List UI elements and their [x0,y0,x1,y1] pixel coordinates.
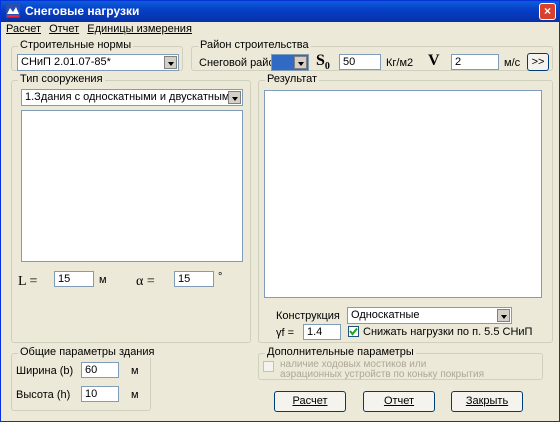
close-window-icon[interactable]: × [539,3,556,20]
height-unit: м [131,389,139,401]
structure-select[interactable]: 1.Здания с односкатными и двускатными по… [21,89,243,106]
menu-item-units[interactable]: Единицы измерения [87,22,192,37]
v-input[interactable]: 2 [451,54,499,70]
more-button[interactable]: >> [527,53,549,71]
check-icon [349,327,358,336]
result-output [264,90,542,298]
structure-label: Тип сооружения [18,73,105,85]
alpha-unit: ° [218,271,223,283]
report-button[interactable]: Отчет [363,391,435,412]
height-input[interactable]: 10 [81,386,119,402]
s0-symbol: S0 [316,52,330,73]
v-symbol: V [428,52,440,69]
bridges-checkbox[interactable] [263,361,274,372]
reduce-checkbox[interactable] [348,326,359,337]
gamma-input[interactable]: 1.4 [303,324,341,340]
s0-unit: Кг/м2 [386,57,414,69]
chevron-down-icon[interactable] [497,309,510,322]
construction-label: Конструкция [276,310,340,322]
menu-bar: Расчет Отчет Единицы измерения [1,22,559,37]
gamma-label: γf = [276,327,295,339]
width-unit: м [131,365,139,377]
menu-item-calc[interactable]: Расчет [6,22,41,37]
width-input[interactable]: 60 [81,362,119,378]
structure-value: 1.Здания с односкатными и двускатными по… [25,91,230,103]
alpha-input[interactable]: 15 [174,271,214,287]
reduce-label: Снижать нагрузки по п. 5.5 СНиП [363,326,533,338]
region-label: Район строительства [198,39,311,51]
width-label: Ширина (b) [16,365,74,377]
window-title: Снеговые нагрузки [25,4,140,18]
snow-region-select[interactable] [271,54,309,71]
height-label: Высота (h) [16,389,71,401]
general-label: Общие параметры здания [18,346,157,358]
l-unit: м [99,274,107,286]
norms-select[interactable]: СНиП 2.01.07-85* [17,54,179,71]
extra-label: Дополнительные параметры [265,346,416,358]
construction-select[interactable]: Односкатные [347,307,512,324]
chevron-down-icon[interactable] [164,56,177,69]
close-button[interactable]: Закрыть [451,391,523,412]
snow-region-label: Снеговой район [199,57,281,69]
v-unit: м/с [504,57,521,69]
norms-value: СНиП 2.01.07-85* [21,56,111,68]
alpha-symbol: α = [136,274,155,289]
title-bar: Снеговые нагрузки × [1,1,559,22]
norms-label: Строительные нормы [18,39,134,51]
structure-picture [21,110,243,262]
menu-item-report[interactable]: Отчет [49,22,79,37]
construction-value: Односкатные [351,309,420,321]
bridges-label-line2: аэрационных устройств по коньку покрытия [280,369,485,380]
chevron-down-icon[interactable] [294,56,307,69]
s0-input[interactable]: 50 [339,54,381,70]
result-label: Результат [265,73,320,85]
l-input[interactable]: 15 [54,271,94,287]
l-symbol: L = [18,274,38,289]
main-window: Снеговые нагрузки × Расчет Отчет Единицы… [0,0,560,422]
calc-button[interactable]: Расчет [274,391,346,412]
app-icon [6,4,20,18]
chevron-down-icon[interactable] [228,91,241,104]
